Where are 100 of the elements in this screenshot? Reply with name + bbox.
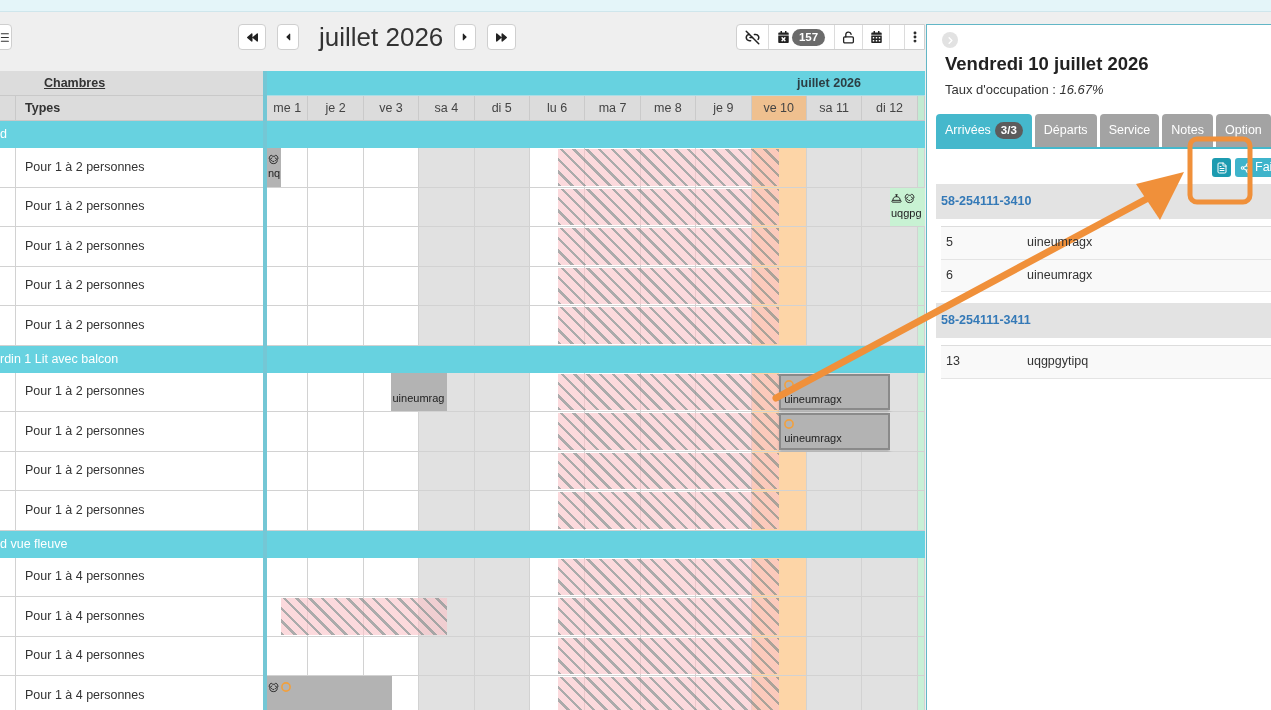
calendar-cell[interactable] [363, 636, 420, 675]
calendar-cell[interactable] [474, 372, 530, 411]
calendar-cell[interactable] [308, 148, 364, 187]
reservation-link[interactable]: 58-254111-3411 [941, 311, 1031, 330]
calendar-cell[interactable] [363, 412, 420, 451]
previous-button[interactable] [277, 24, 299, 50]
calendar-cell[interactable] [267, 266, 309, 305]
calendar-cell[interactable] [862, 148, 918, 187]
calendar-cell[interactable] [308, 636, 364, 675]
calendar-cell[interactable] [474, 676, 530, 710]
last-button[interactable] [487, 24, 517, 50]
calendar-cell[interactable] [419, 227, 475, 266]
calendar-cell[interactable] [267, 412, 309, 451]
calendar-cell[interactable] [806, 597, 863, 636]
calendar-cell[interactable] [419, 491, 475, 530]
calendar-cell[interactable] [474, 597, 530, 636]
calendar-cell[interactable] [806, 187, 863, 226]
calendar-cell[interactable] [806, 557, 863, 596]
calendar-cell[interactable] [474, 412, 530, 451]
calendar-cell[interactable] [419, 636, 475, 675]
calendar-cell[interactable] [308, 372, 364, 411]
calendar-cell[interactable] [917, 148, 925, 187]
calendar-cell[interactable] [917, 372, 925, 411]
booking-bar[interactable] [267, 676, 392, 710]
booking-bar[interactable]: uineumrag [391, 372, 447, 411]
calendar-cell[interactable] [308, 557, 364, 596]
calendar-cell[interactable] [267, 636, 309, 675]
calendar-cell[interactable] [474, 557, 530, 596]
calendar-cell[interactable] [806, 148, 863, 187]
calendar-cell[interactable] [363, 306, 420, 345]
calendar-cell[interactable] [862, 491, 918, 530]
calendar-cell[interactable] [308, 306, 364, 345]
calendar-cell[interactable] [474, 636, 530, 675]
calendar-cell[interactable] [308, 227, 364, 266]
calendar-cell[interactable] [419, 451, 475, 490]
calendar-cell[interactable] [862, 266, 918, 305]
calendar-cell[interactable] [806, 636, 863, 675]
calendar-cell[interactable] [917, 412, 925, 451]
calendar-cell[interactable] [267, 451, 309, 490]
calendar-cell[interactable] [862, 227, 918, 266]
booking-bar[interactable]: uineumragx [779, 373, 890, 410]
calendar-cell[interactable] [806, 451, 863, 490]
calendar-cell[interactable] [308, 266, 364, 305]
calendar-cell[interactable] [917, 227, 925, 266]
calendar-cell[interactable] [363, 557, 420, 596]
document-button[interactable] [1212, 158, 1231, 177]
calendar-cell[interactable] [267, 227, 309, 266]
calendar-cell[interactable] [267, 306, 309, 345]
calendar-cell[interactable] [862, 451, 918, 490]
calendar-cell[interactable] [363, 227, 420, 266]
calendar-cell[interactable] [862, 676, 918, 710]
calendar-cell[interactable] [917, 676, 925, 710]
calendar-cell[interactable] [419, 266, 475, 305]
calendar-cell[interactable] [267, 187, 309, 226]
calendar-cell[interactable] [267, 491, 309, 530]
calendar-cell[interactable] [308, 451, 364, 490]
booking-bar[interactable]: nq [267, 148, 281, 187]
calendar-cell[interactable] [363, 187, 420, 226]
calendar-cell[interactable] [363, 148, 420, 187]
calendar-cell[interactable] [806, 491, 863, 530]
reservation-link[interactable]: 58-254111-3410 [941, 192, 1032, 211]
booking-bar[interactable]: uineumragx [779, 413, 890, 450]
next-button[interactable] [454, 24, 477, 50]
calendar-cell[interactable] [419, 676, 475, 710]
calendar-cell[interactable] [474, 266, 530, 305]
calendar-cell[interactable] [917, 491, 925, 530]
calendar-cell[interactable] [280, 148, 309, 187]
calendar-cell[interactable] [267, 557, 309, 596]
calendar-cell[interactable] [391, 676, 420, 710]
tab[interactable]: Arrivées 3/3 [936, 114, 1032, 147]
calendar-cell[interactable] [474, 227, 530, 266]
calendar-cell[interactable] [419, 557, 475, 596]
guest-row[interactable]: 13 uqgpgytipq [941, 346, 1271, 379]
calendar-cell[interactable] [363, 491, 420, 530]
calendar-cell[interactable] [806, 306, 863, 345]
calendar-cell[interactable] [308, 187, 364, 226]
calendar-cell[interactable] [474, 148, 530, 187]
calendar-cell[interactable] [862, 636, 918, 675]
calendar-cell[interactable] [419, 148, 475, 187]
calendar-cell[interactable] [806, 227, 863, 266]
calendar-cell[interactable] [862, 557, 918, 596]
calendar-cell[interactable] [917, 557, 925, 596]
calendar-cell[interactable] [806, 266, 863, 305]
first-button[interactable] [238, 24, 266, 50]
calendar-cell[interactable] [862, 597, 918, 636]
calendar-cell[interactable] [890, 412, 918, 451]
calendar-cell[interactable] [419, 412, 475, 451]
calendar-cell[interactable] [419, 187, 475, 226]
calendar-cell[interactable] [806, 676, 863, 710]
calendar-cell[interactable] [917, 306, 925, 345]
calendar-cell[interactable] [474, 491, 530, 530]
rooms-column-header[interactable]: Chambres [44, 73, 106, 93]
calendar-cell[interactable] [474, 306, 530, 345]
calendar-cell[interactable] [917, 451, 925, 490]
calendar-cell[interactable] [917, 636, 925, 675]
calendar-cell[interactable] [474, 451, 530, 490]
calendar-cell[interactable] [363, 451, 420, 490]
calendar-cell[interactable] [308, 491, 364, 530]
calendar-cell[interactable] [474, 187, 530, 226]
calendar-cell[interactable] [862, 187, 890, 226]
